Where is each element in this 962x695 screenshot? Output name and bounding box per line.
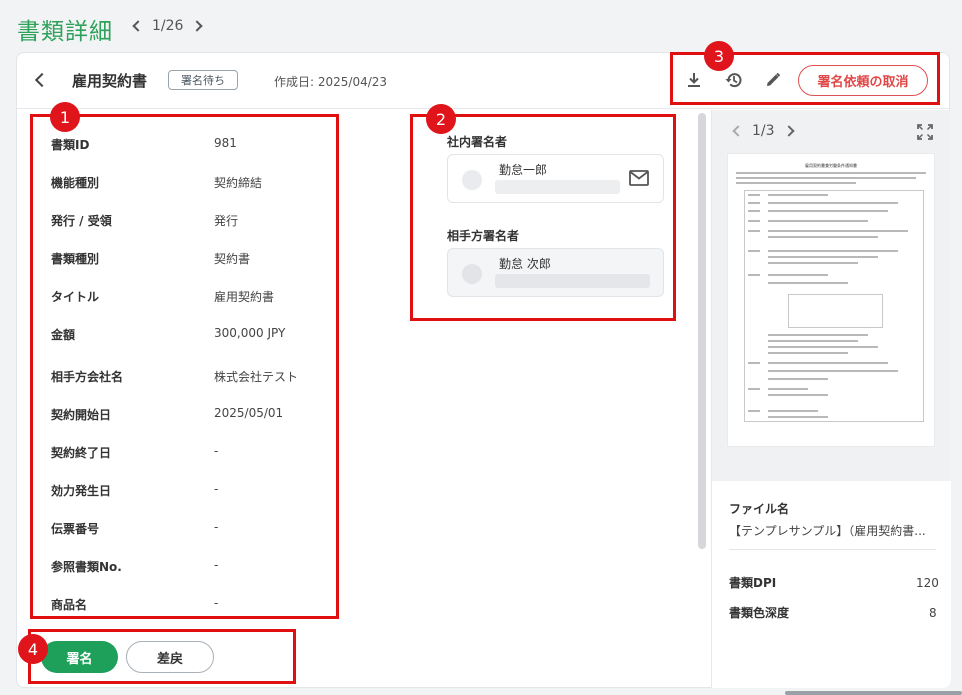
preview-text-line [736,182,856,184]
document-pager-count: 1/26 [152,18,184,34]
preview-doc-heading: 雇用契約書兼労働条件通知書 [805,163,857,168]
preview-text-line [736,177,916,179]
dpi-label: 書類DPI [729,576,777,590]
callout-number-3: 3 [704,41,734,71]
callout-box-2 [410,114,676,321]
scrollbar[interactable] [698,113,706,549]
callout-number-4: 4 [18,634,48,664]
preview-text-line [736,172,926,174]
expand-icon[interactable] [917,124,933,144]
bottom-scroll-indicator [785,691,962,695]
preview-subtable [788,294,883,328]
callout-number-2: 2 [426,104,456,134]
prev-page-icon[interactable] [732,125,744,137]
back-icon[interactable] [34,72,50,88]
preview-panel: 1/3 雇用契約書兼労働条件通知書 ファイル名 【テンプレサンプル】（雇用契約書… [711,110,951,688]
document-title: 雇用契約書 [72,72,148,90]
file-info: ファイル名 【テンプレサンプル】（雇用契約書... 書類DPI 120 書類色深… [712,481,951,688]
prev-document-icon[interactable] [132,20,144,32]
page-title: 書類詳細 [17,19,113,45]
color-depth-value: 8 [929,606,937,620]
divider [729,549,936,550]
callout-box-4 [28,629,296,684]
document-pager: 1/26 [132,18,204,34]
document-preview-thumbnail[interactable]: 雇用契約書兼労働条件通知書 [728,154,934,446]
callout-box-1 [30,114,339,619]
color-depth-label: 書類色深度 [729,606,790,620]
preview-page-count: 1/3 [752,123,775,139]
callout-number-1: 1 [50,102,80,132]
preview-pager: 1/3 [732,123,795,139]
dpi-value: 120 [916,576,939,590]
filename-value: 【テンプレサンプル】（雇用契約書... [729,524,926,538]
created-date: 作成日: 2025/04/23 [274,75,388,89]
next-page-icon[interactable] [782,125,795,137]
status-badge: 署名待ち [168,70,238,90]
next-document-icon[interactable] [191,20,204,32]
filename-label: ファイル名 [729,502,790,516]
